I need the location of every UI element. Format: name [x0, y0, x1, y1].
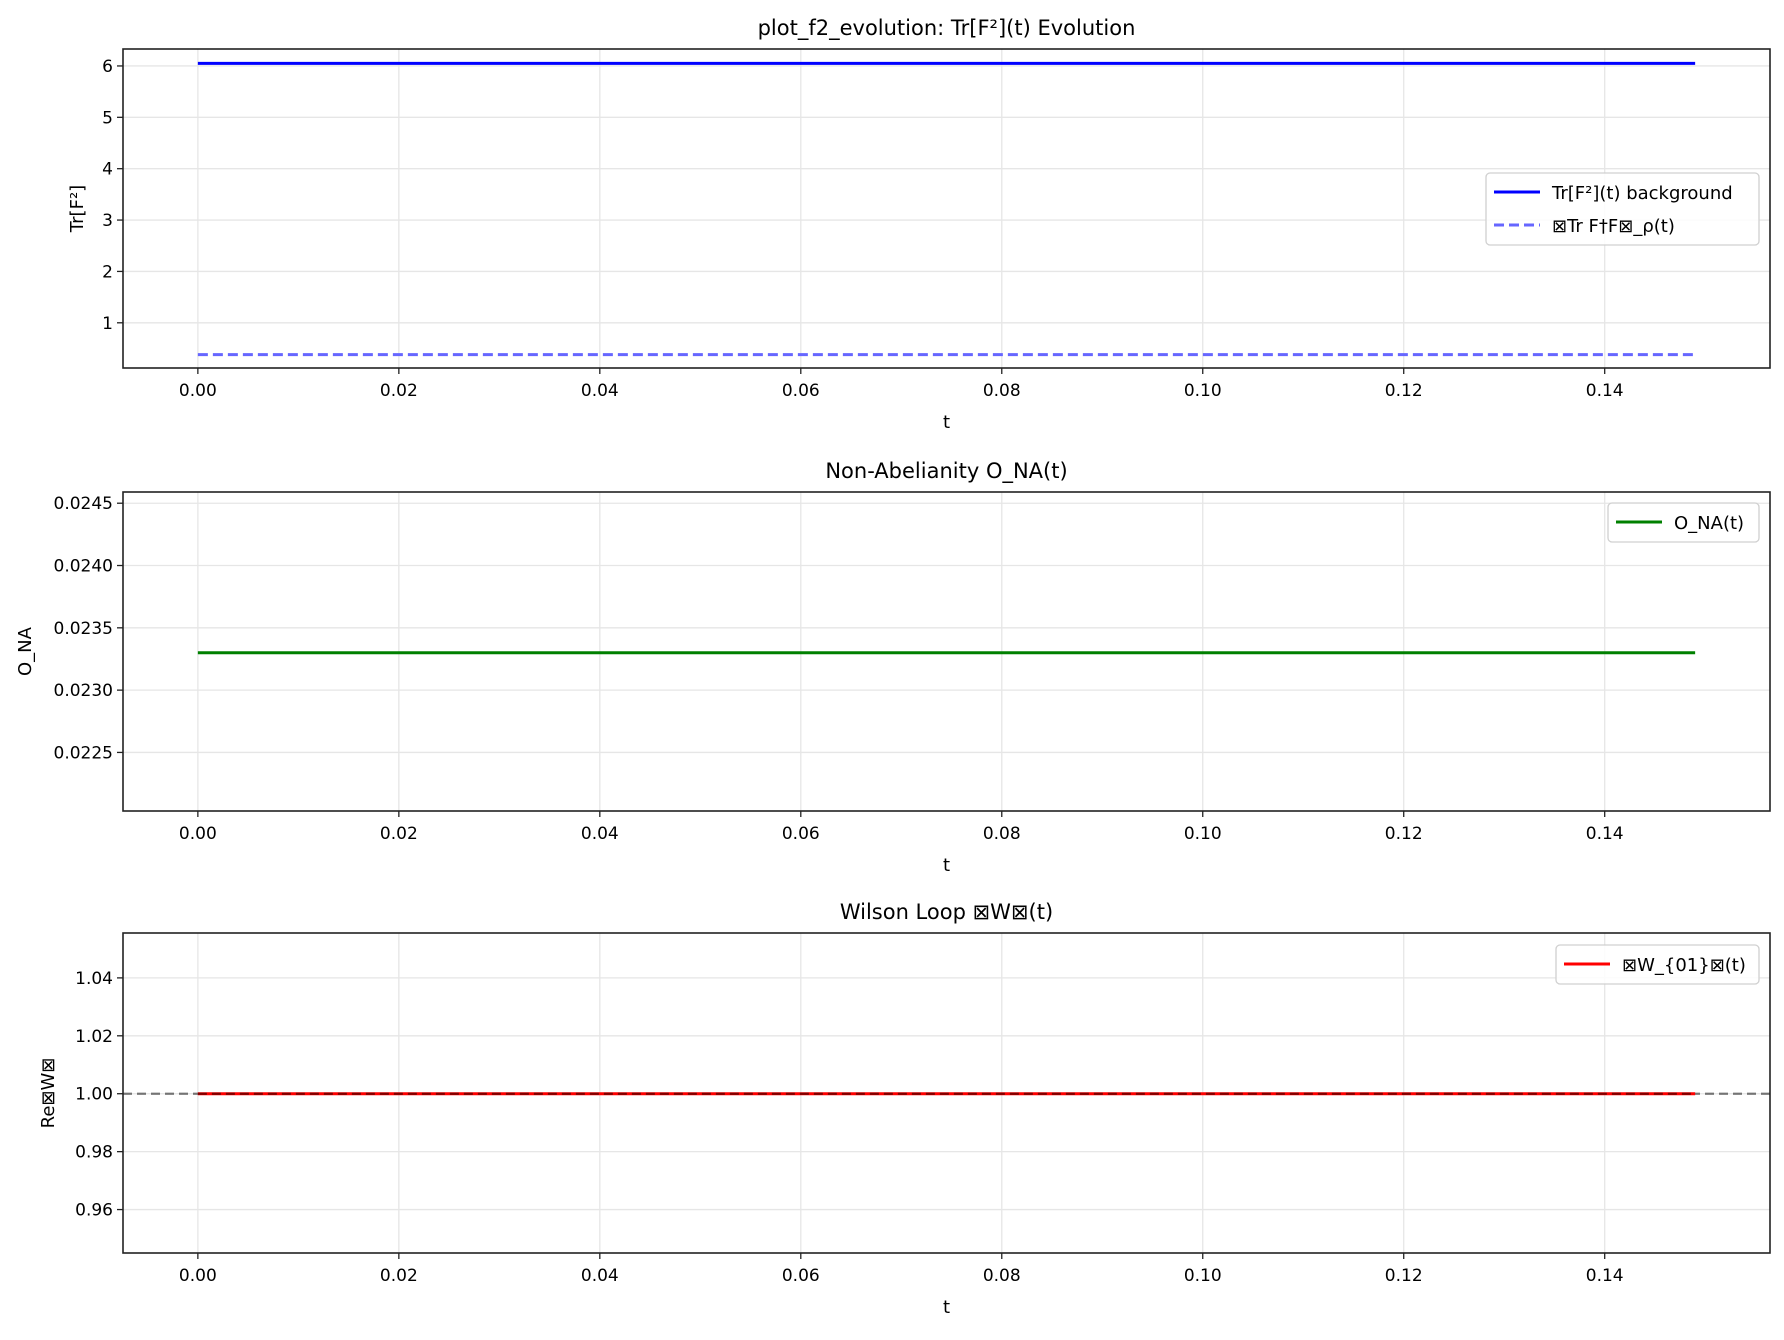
legend-label: O_NA(t) — [1674, 513, 1744, 534]
y-tick-label: 1.00 — [75, 1085, 113, 1105]
subplot-1: 0.00 0.02 0.04 0.06 0.08 0.10 0.12 0.14 1 2 3 4 5 6 pl… — [67, 16, 1771, 433]
figure: 0.00 0.02 0.04 0.06 0.08 0.10 0.12 0.14 1 2 3 4 5 6 pl… — [15, 16, 1771, 1318]
y-tick-label: 2 — [102, 262, 113, 282]
chart-title: Non-Abelianity O_NA(t) — [825, 459, 1067, 484]
y-axis-label: Re⊠W⊠ — [38, 1058, 59, 1129]
chart-title: plot_f2_evolution: Tr[F²](t) Evolution — [758, 16, 1136, 41]
y-axis-label: O_NA — [15, 626, 36, 676]
y-tick-label: 5 — [102, 108, 113, 128]
x-tick-label: 0.06 — [782, 824, 820, 844]
legend: Tr[F²](t) background ⊠Tr F†F⊠_ρ(t) — [1485, 172, 1760, 246]
x-tick-label: 0.04 — [581, 381, 619, 401]
chart-title: Wilson Loop ⊠W⊠(t) — [840, 900, 1053, 924]
y-tick-label: 0.0240 — [54, 557, 113, 577]
subplot-2: 0.00 0.02 0.04 0.06 0.08 0.10 0.12 0.14 0.0225 0.… — [15, 459, 1771, 876]
x-tick-label: 0.00 — [179, 381, 217, 401]
x-tick-label: 0.06 — [782, 1266, 820, 1286]
y-tick-label: 1 — [102, 314, 113, 334]
x-tick-label: 0.04 — [581, 824, 619, 844]
x-tick-label: 0.06 — [782, 381, 820, 401]
x-tick-label: 0.02 — [380, 824, 418, 844]
y-tick-label: 0.96 — [75, 1201, 113, 1221]
legend-label: ⊠Tr F†F⊠_ρ(t) — [1552, 216, 1675, 237]
x-tick-label: 0.12 — [1385, 1266, 1423, 1286]
y-tick-label: 6 — [102, 57, 113, 77]
x-tick-label: 0.00 — [179, 1266, 217, 1286]
x-tick-label: 0.14 — [1586, 824, 1624, 844]
x-tick-label: 0.12 — [1385, 824, 1423, 844]
subplot-3: 0.00 0.02 0.04 0.06 0.08 0.10 0.12 0.14 0.96 0.98… — [38, 900, 1771, 1318]
legend-label: ⊠W_{01}⊠(t) — [1622, 955, 1746, 976]
x-tick-label: 0.10 — [1184, 381, 1222, 401]
y-tick-label: 1.02 — [75, 1027, 113, 1047]
y-tick-label: 1.04 — [75, 969, 113, 989]
x-tick-label: 0.02 — [380, 381, 418, 401]
x-tick-label: 0.10 — [1184, 824, 1222, 844]
x-axis-label: t — [943, 855, 950, 876]
x-tick-label: 0.08 — [983, 824, 1021, 844]
x-axis-label: t — [943, 1297, 950, 1318]
x-tick-label: 0.04 — [581, 1266, 619, 1286]
x-tick-label: 0.02 — [380, 1266, 418, 1286]
legend-label: Tr[F²](t) background — [1551, 183, 1733, 204]
y-tick-label: 0.0230 — [54, 681, 113, 701]
y-tick-label: 0.0245 — [54, 494, 113, 514]
x-axis-label: t — [943, 412, 950, 433]
y-tick-label: 0.98 — [75, 1143, 113, 1163]
x-tick-label: 0.10 — [1184, 1266, 1222, 1286]
y-tick-label: 3 — [102, 211, 113, 231]
x-tick-label: 0.12 — [1385, 381, 1423, 401]
x-tick-label: 0.14 — [1586, 381, 1624, 401]
y-tick-label: 0.0225 — [54, 743, 113, 763]
x-tick-label: 0.00 — [179, 824, 217, 844]
y-tick-label: 4 — [102, 160, 113, 180]
x-tick-label: 0.08 — [983, 1266, 1021, 1286]
legend: O_NA(t) — [1607, 502, 1760, 543]
x-tick-label: 0.08 — [983, 381, 1021, 401]
legend: ⊠W_{01}⊠(t) — [1555, 944, 1760, 985]
y-axis-label: Tr[F²] — [67, 185, 88, 233]
x-tick-label: 0.14 — [1586, 1266, 1624, 1286]
y-tick-label: 0.0235 — [54, 619, 113, 639]
